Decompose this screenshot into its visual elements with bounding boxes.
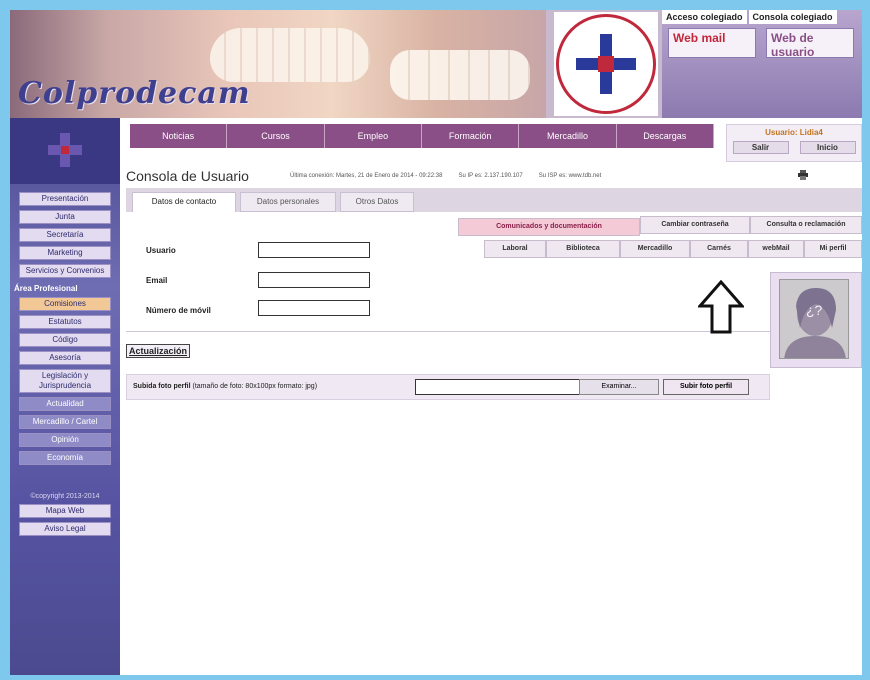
movil-input[interactable] bbox=[258, 300, 370, 316]
cross-icon bbox=[48, 133, 82, 167]
sidebar-item-comisiones[interactable]: Comisiones bbox=[19, 297, 111, 311]
profile-photo-frame: ¿? bbox=[770, 272, 862, 368]
email-input[interactable] bbox=[258, 272, 370, 288]
tab-laboral[interactable]: Laboral bbox=[484, 240, 546, 258]
print-icon[interactable] bbox=[798, 170, 808, 180]
up-arrow-icon bbox=[698, 280, 744, 334]
webmail-button[interactable]: Web mail bbox=[668, 28, 756, 58]
nav-empleo[interactable]: Empleo bbox=[325, 124, 422, 148]
user-box: Usuario: Lidia4 Salir Inicio bbox=[726, 124, 862, 162]
upload-label-bold: Subida foto perfil bbox=[133, 383, 191, 390]
sidebar-item-mercadillo[interactable]: Mercadillo / Cartel bbox=[19, 415, 111, 429]
acceso-colegiado-link[interactable]: Acceso colegiado bbox=[662, 10, 747, 24]
teeth-image bbox=[210, 28, 370, 82]
isp-text: Su ISP es: www.tdb.net bbox=[538, 173, 602, 179]
sidebar: Presentación Junta Secretaría Marketing … bbox=[10, 118, 120, 675]
update-section-title: Actualización bbox=[126, 344, 191, 358]
last-connection-text: Última conexión: Martes, 21 de Enero de … bbox=[290, 173, 443, 179]
sidebar-item-asesoria[interactable]: Asesoría bbox=[19, 351, 111, 365]
sidebar-item-economia[interactable]: Economía bbox=[19, 451, 111, 465]
tab-cambiar-contrasena[interactable]: Cambiar contraseña bbox=[640, 216, 750, 234]
top-nav: Noticias Cursos Empleo Formación Mercadi… bbox=[130, 124, 714, 148]
consola-colegiado-link[interactable]: Consola colegiado bbox=[748, 10, 837, 24]
teeth-image-2 bbox=[390, 50, 530, 100]
tab-webmail[interactable]: webMail bbox=[748, 240, 804, 258]
sidebar-item-presentacion[interactable]: Presentación bbox=[19, 192, 111, 206]
tab-carnes[interactable]: Carnés bbox=[690, 240, 748, 258]
tab-datos-personales[interactable]: Datos personales bbox=[240, 192, 336, 212]
ip-text: Su IP es: 2.137.190.107 bbox=[458, 173, 523, 179]
sidebar-item-junta[interactable]: Junta bbox=[19, 210, 111, 224]
upload-label-rest: (tamaño de foto: 80x100px formato: jpg) bbox=[192, 383, 318, 390]
profile-placeholder: ¿? bbox=[779, 279, 849, 359]
sidebar-item-mapa-web[interactable]: Mapa Web bbox=[19, 504, 111, 518]
copyright-text: ©copyright 2013-2014 bbox=[30, 493, 100, 500]
usuario-label: Usuario bbox=[146, 246, 176, 255]
email-label: Email bbox=[146, 276, 168, 285]
nav-mercadillo[interactable]: Mercadillo bbox=[519, 124, 617, 148]
sidebar-item-servicios[interactable]: Servicios y Convenios bbox=[19, 264, 111, 278]
sidebar-item-secretaria[interactable]: Secretaría bbox=[19, 228, 111, 242]
username-label: Usuario: Lidia4 bbox=[765, 128, 823, 137]
tab-consulta-reclamacion[interactable]: Consulta o reclamación bbox=[750, 216, 862, 234]
tab-mi-perfil[interactable]: Mi perfil bbox=[804, 240, 862, 258]
nav-cursos[interactable]: Cursos bbox=[227, 124, 325, 148]
sidebar-item-marketing[interactable]: Marketing bbox=[19, 246, 111, 260]
upload-row: Subida foto perfil (tamaño de foto: 80x1… bbox=[126, 374, 770, 400]
cross-icon bbox=[576, 34, 636, 94]
movil-label: Número de móvil bbox=[146, 306, 211, 315]
nav-noticias[interactable]: Noticias bbox=[130, 124, 228, 148]
tabs-bar bbox=[126, 188, 862, 212]
sidebar-item-legislacion[interactable]: Legislación y Jurisprudencia bbox=[19, 369, 111, 393]
tab-biblioteca[interactable]: Biblioteca bbox=[546, 240, 620, 258]
avatar-silhouette-icon bbox=[780, 280, 848, 358]
tab-datos-contacto[interactable]: Datos de contacto bbox=[132, 192, 236, 212]
profile-placeholder-text: ¿? bbox=[806, 302, 823, 318]
page-title: Consola de Usuario bbox=[126, 168, 249, 184]
nav-formacion[interactable]: Formación bbox=[422, 124, 520, 148]
sidebar-item-aviso-legal[interactable]: Aviso Legal bbox=[19, 522, 111, 536]
sidebar-item-codigo[interactable]: Código bbox=[19, 333, 111, 347]
home-button[interactable]: Inicio bbox=[799, 141, 856, 154]
upload-submit-button[interactable]: Subir foto perfil bbox=[663, 379, 749, 395]
sidebar-section-title: Área Profesional bbox=[14, 284, 78, 293]
page-frame: Colprodecam Acceso colegiado Consola col… bbox=[10, 10, 862, 675]
sidebar-item-opinion[interactable]: Opinión bbox=[19, 433, 111, 447]
tab-otros-datos[interactable]: Otros Datos bbox=[340, 192, 414, 212]
nav-descargas[interactable]: Descargas bbox=[617, 124, 714, 148]
tab-mercadillo[interactable]: Mercadillo bbox=[620, 240, 690, 258]
sidebar-item-estatutos[interactable]: Estatutos bbox=[19, 315, 111, 329]
brand-logo[interactable]: Colprodecam bbox=[18, 76, 251, 111]
browse-button[interactable]: Examinar... bbox=[579, 379, 659, 395]
seal-logo bbox=[554, 12, 658, 116]
web-usuario-button[interactable]: Web de usuario bbox=[766, 28, 854, 59]
header: Colprodecam Acceso colegiado Consola col… bbox=[10, 10, 862, 118]
logout-button[interactable]: Salir bbox=[732, 141, 789, 154]
usuario-input[interactable] bbox=[258, 242, 370, 258]
upload-label: Subida foto perfil (tamaño de foto: 80x1… bbox=[133, 383, 317, 390]
sidebar-item-actualidad[interactable]: Actualidad bbox=[19, 397, 111, 411]
page-meta: Última conexión: Martes, 21 de Enero de … bbox=[290, 173, 601, 179]
header-access: Acceso colegiado Consola colegiado Web m… bbox=[662, 10, 862, 118]
tab-comunicados[interactable]: Comunicados y documentación bbox=[458, 218, 640, 236]
header-photo: Colprodecam bbox=[10, 10, 546, 118]
sidebar-logo bbox=[10, 118, 120, 184]
